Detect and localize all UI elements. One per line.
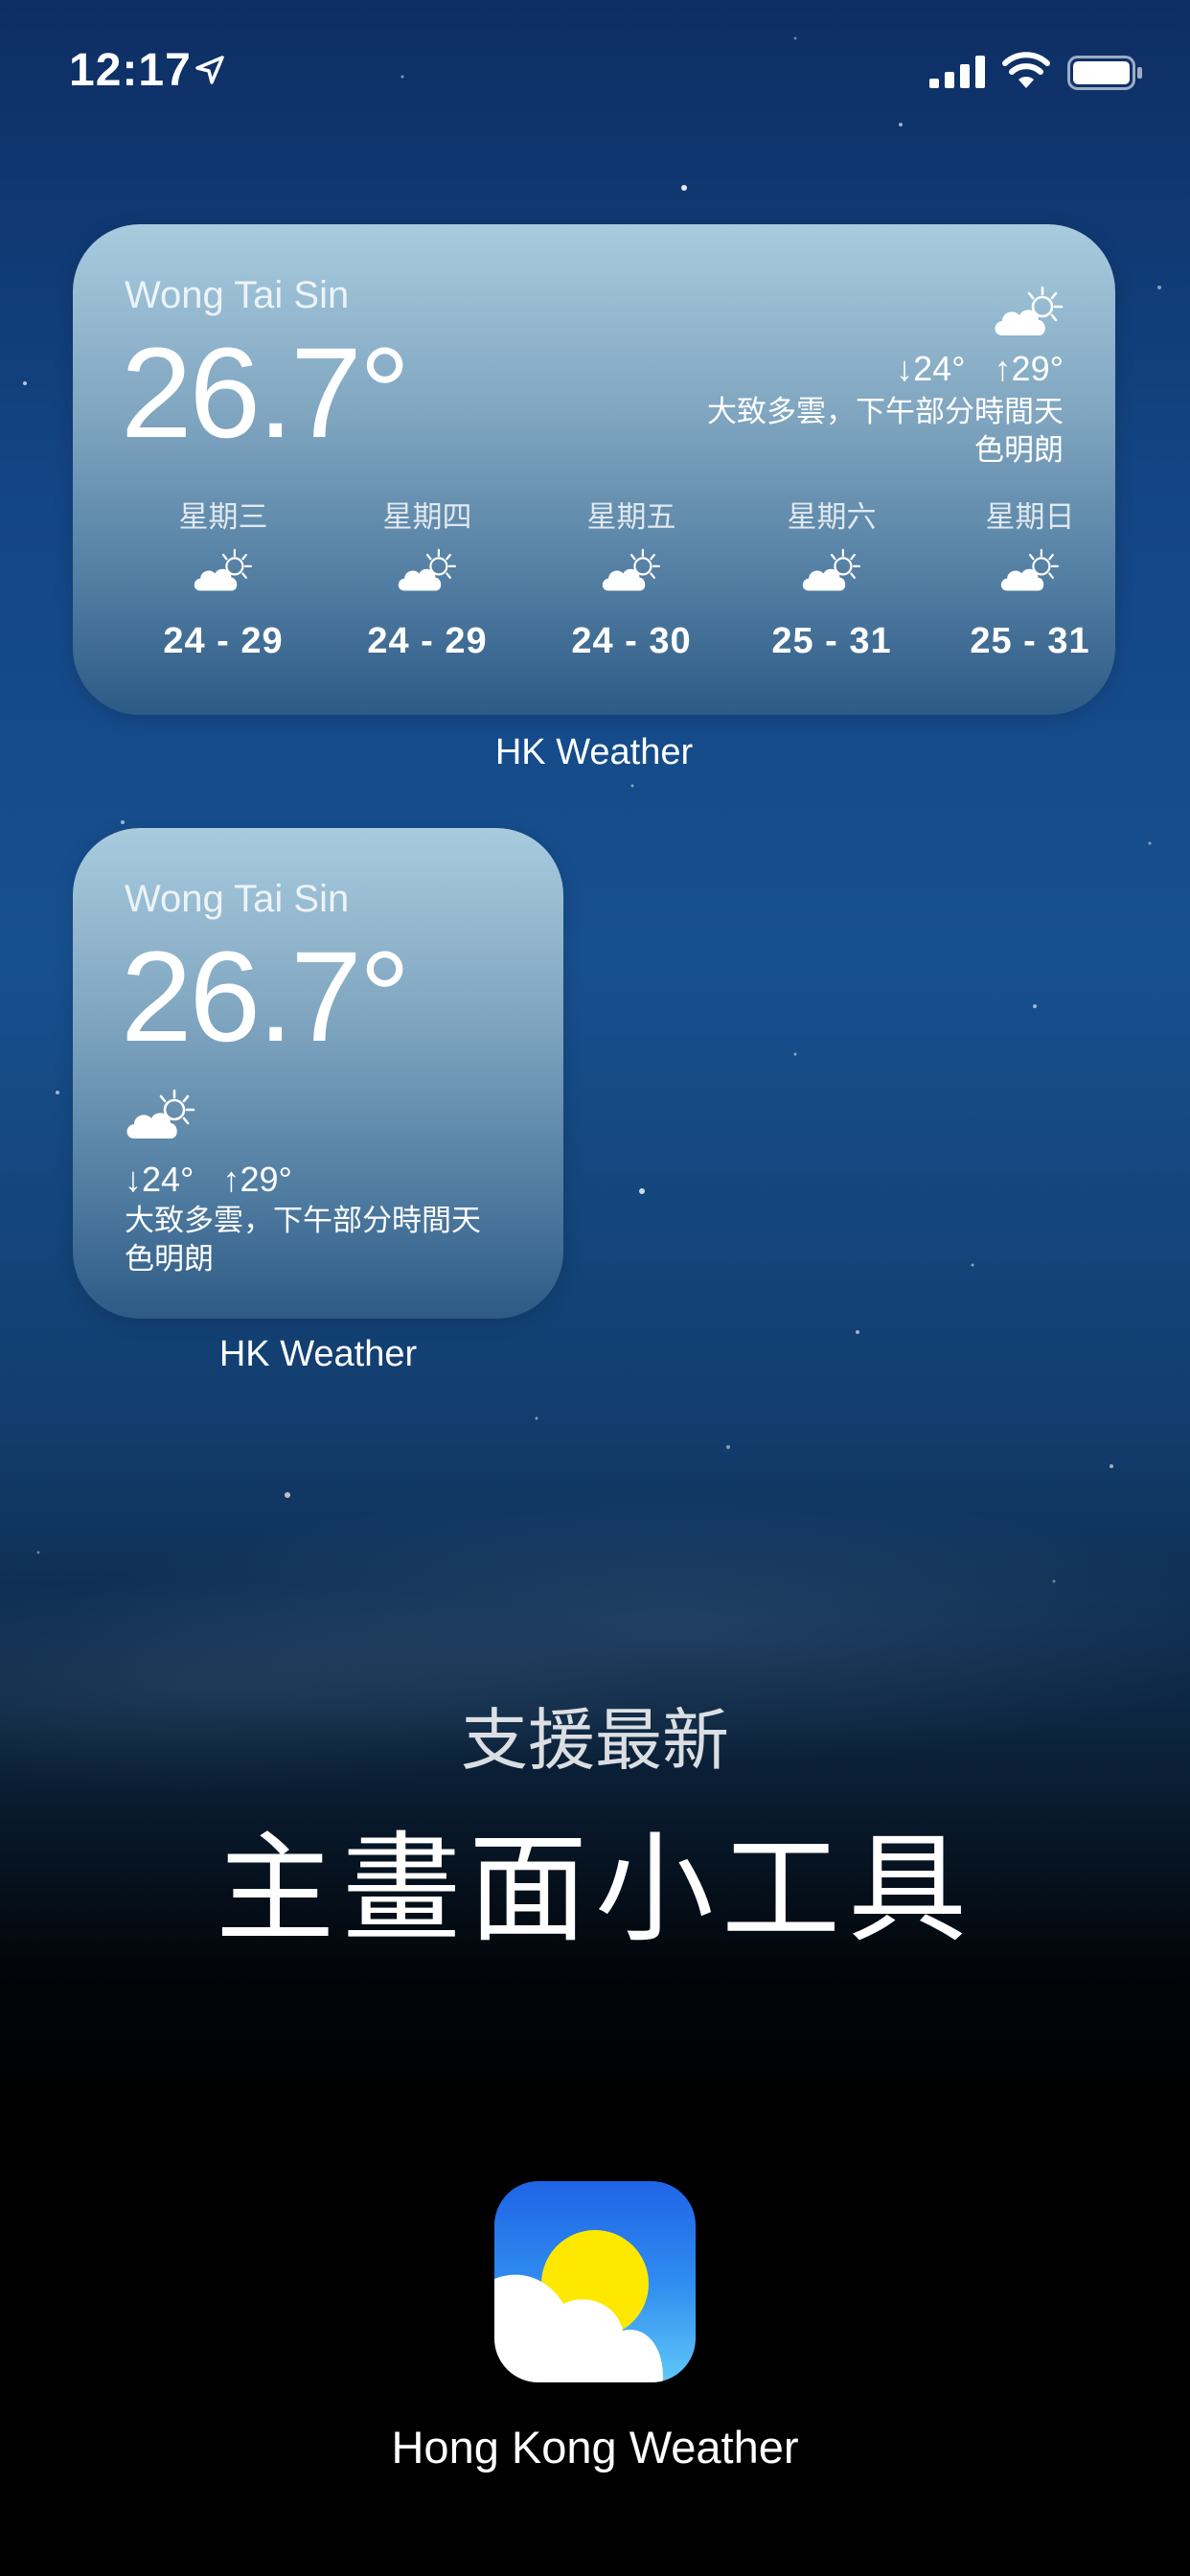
forecast-day: 星期五 24 - 30 [531, 498, 732, 662]
widget-location: Wong Tai Sin [125, 274, 350, 316]
widget-description: 大致多雲，下午部分時間天 色明朗 [125, 1202, 481, 1278]
cellular-signal-icon [929, 56, 985, 88]
forecast-day-name: 星期五 [586, 500, 676, 534]
description-line-2: 色明朗 [974, 433, 1064, 467]
sun-cloud-app-icon [494, 2230, 664, 2382]
forecast-row: 星期三 24 - 29 星期四 24 - 29 星期五 24 - 30 星期六 … [123, 498, 1088, 690]
low-temp: ↓24° [896, 349, 966, 388]
description-line-1: 大致多雲，下午部分時間天 [125, 1204, 481, 1237]
large-widget-app-label: HK Weather [494, 732, 694, 772]
widget-temperature: 26.7° [121, 322, 410, 465]
partly-cloudy-icon [395, 546, 460, 596]
forecast-day-name: 星期三 [178, 500, 268, 534]
forecast-range: 25 - 31 [970, 621, 1090, 661]
partly-cloudy-icon [991, 284, 1067, 341]
widget-temp-range: ↓24° ↑29° [896, 349, 1064, 389]
partly-cloudy-icon [191, 546, 256, 596]
partly-cloudy-icon [997, 546, 1063, 596]
low-temp: ↓24° [125, 1160, 195, 1199]
small-weather-widget[interactable]: Wong Tai Sin 26.7° ↓24° ↑29° 大致多雲，下午部分時間… [73, 828, 563, 1319]
description-line-1: 大致多雲，下午部分時間天 [707, 395, 1064, 428]
forecast-range: 24 - 29 [367, 621, 488, 661]
widget-location: Wong Tai Sin [125, 878, 350, 920]
small-widget-app-label: HK Weather [218, 1334, 418, 1374]
status-bar: 12:17 [0, 0, 1190, 144]
promo-title: 主畫面小工具 [215, 1824, 974, 1956]
partly-cloudy-icon [799, 546, 864, 596]
app-icon[interactable] [494, 2181, 696, 2382]
forecast-range: 24 - 29 [163, 621, 284, 661]
location-arrow-icon [195, 56, 224, 84]
partly-cloudy-icon [123, 1087, 199, 1144]
battery-icon [1067, 56, 1142, 90]
forecast-day: 星期六 25 - 31 [731, 498, 932, 662]
high-temp: ↑29° [222, 1160, 292, 1199]
widget-temperature: 26.7° [121, 926, 410, 1069]
large-weather-widget[interactable]: Wong Tai Sin 26.7° ↓24° ↑29° 大致多雲，下午部分時間… [73, 224, 1115, 715]
promo-subtitle: 支援最新 [461, 1703, 729, 1778]
forecast-range: 24 - 30 [571, 621, 692, 661]
app-name: Hong Kong Weather [391, 2422, 799, 2472]
forecast-day: 星期四 24 - 29 [327, 498, 528, 662]
status-time: 12:17 [69, 45, 192, 96]
forecast-day: 星期日 25 - 31 [929, 498, 1131, 662]
wifi-icon [1002, 52, 1050, 88]
partly-cloudy-icon [599, 546, 664, 596]
description-line-2: 色明朗 [125, 1242, 214, 1276]
forecast-day-name: 星期六 [787, 500, 877, 534]
forecast-range: 25 - 31 [771, 621, 892, 661]
high-temp: ↑29° [994, 349, 1064, 388]
widget-description: 大致多雲，下午部分時間天 色明朗 [707, 393, 1064, 470]
forecast-day-name: 星期日 [985, 500, 1075, 534]
forecast-day-name: 星期四 [382, 500, 472, 534]
widget-temp-range: ↓24° ↑29° [125, 1160, 292, 1200]
forecast-day: 星期三 24 - 29 [123, 498, 324, 662]
